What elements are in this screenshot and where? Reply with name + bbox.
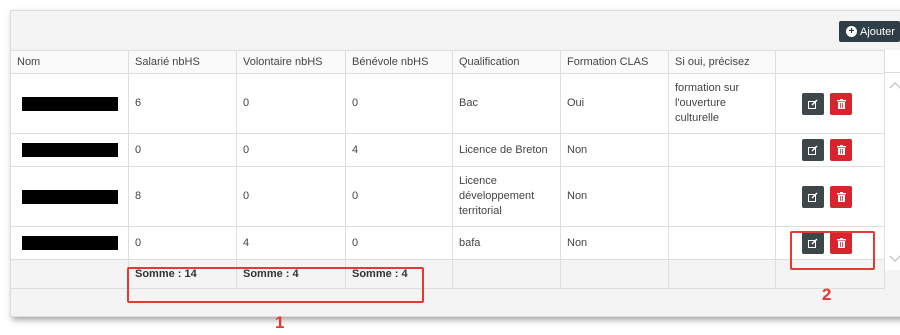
- formation-clas-cell: Non: [560, 166, 669, 227]
- annotation-box-actions: [790, 231, 875, 270]
- formation-clas-cell: Non: [560, 133, 669, 167]
- delete-button[interactable]: [830, 185, 852, 208]
- col-header-qualification[interactable]: Qualification: [452, 50, 561, 74]
- precisez-cell: formation sur l'ouverture culturelle: [668, 73, 776, 134]
- name-cell: [10, 166, 129, 227]
- name-cell: [10, 73, 129, 134]
- qualification-cell: bafa: [452, 226, 561, 260]
- scrollbar-corner: [885, 50, 900, 73]
- qualification-cell: Bac: [452, 73, 561, 134]
- add-button[interactable]: + Ajouter: [839, 21, 900, 42]
- redacted-name: [22, 189, 118, 204]
- table-row: 0 0 4 Licence de Breton Non: [10, 133, 885, 167]
- vertical-scrollbar[interactable]: [884, 50, 900, 270]
- edit-icon: [808, 192, 818, 202]
- name-cell: [10, 226, 129, 260]
- footer-empty-cell: [10, 259, 129, 289]
- annotation-box-sums: [127, 267, 424, 303]
- table-row: 6 0 0 Bac Oui formation sur l'ouverture …: [10, 73, 885, 134]
- salarie-cell: 0: [128, 226, 237, 260]
- formation-clas-cell: Oui: [560, 73, 669, 134]
- trash-icon: [836, 145, 846, 155]
- benevole-cell: 4: [345, 133, 453, 167]
- delete-button[interactable]: [830, 139, 852, 161]
- volontaire-cell: 0: [236, 73, 346, 134]
- edit-button[interactable]: [802, 139, 824, 161]
- annotation-label-2: 2: [822, 285, 832, 304]
- actions-cell: [775, 166, 885, 227]
- precisez-cell: [668, 226, 776, 260]
- benevole-cell: 0: [345, 73, 453, 134]
- trash-icon: [836, 191, 846, 202]
- salarie-cell: 6: [128, 73, 237, 134]
- edit-button[interactable]: [802, 92, 824, 115]
- volontaire-cell: 0: [236, 133, 346, 167]
- chevron-up-icon[interactable]: [889, 80, 900, 90]
- table-row: 8 0 0 Licence développement territorial …: [10, 166, 885, 227]
- add-button-label: Ajouter: [860, 25, 895, 38]
- table-row: 0 4 0 bafa Non: [10, 226, 885, 260]
- data-table: Nom Salarié nbHS Volontaire nbHS Bénévol…: [10, 50, 885, 289]
- footer-empty-cell: [560, 259, 669, 289]
- edit-button[interactable]: [802, 185, 824, 208]
- salarie-cell: 8: [128, 166, 237, 227]
- redacted-name: [22, 96, 118, 111]
- plus-circle-icon: +: [846, 26, 857, 37]
- name-cell: [10, 133, 129, 167]
- col-header-precisez[interactable]: Si oui, précisez: [668, 50, 776, 74]
- col-header-salarie[interactable]: Salarié nbHS: [128, 50, 237, 74]
- col-header-nom[interactable]: Nom: [10, 50, 129, 74]
- precisez-cell: [668, 133, 776, 167]
- redacted-name: [22, 236, 118, 250]
- volontaire-cell: 4: [236, 226, 346, 260]
- actions-cell: [775, 133, 885, 167]
- edit-icon: [808, 99, 818, 109]
- precisez-cell: [668, 166, 776, 227]
- footer-empty-cell: [668, 259, 776, 289]
- formation-clas-cell: Non: [560, 226, 669, 260]
- edit-icon: [808, 145, 818, 155]
- col-header-actions: [775, 50, 885, 74]
- benevole-cell: 0: [345, 226, 453, 260]
- col-header-volontaire[interactable]: Volontaire nbHS: [236, 50, 346, 74]
- col-header-formation-clas[interactable]: Formation CLAS: [560, 50, 669, 74]
- actions-cell: [775, 73, 885, 134]
- trash-icon: [836, 98, 846, 109]
- benevole-cell: 0: [345, 166, 453, 227]
- qualification-cell: Licence de Breton: [452, 133, 561, 167]
- redacted-name: [22, 143, 118, 157]
- annotation-label-1: 1: [275, 313, 285, 332]
- table-header-row: Nom Salarié nbHS Volontaire nbHS Bénévol…: [10, 50, 885, 74]
- delete-button[interactable]: [830, 92, 852, 115]
- salarie-cell: 0: [128, 133, 237, 167]
- col-header-benevole[interactable]: Bénévole nbHS: [345, 50, 453, 74]
- qualification-cell: Licence développement territorial: [452, 166, 561, 227]
- chevron-down-icon[interactable]: [889, 254, 900, 264]
- footer-empty-cell: [452, 259, 561, 289]
- volontaire-cell: 0: [236, 166, 346, 227]
